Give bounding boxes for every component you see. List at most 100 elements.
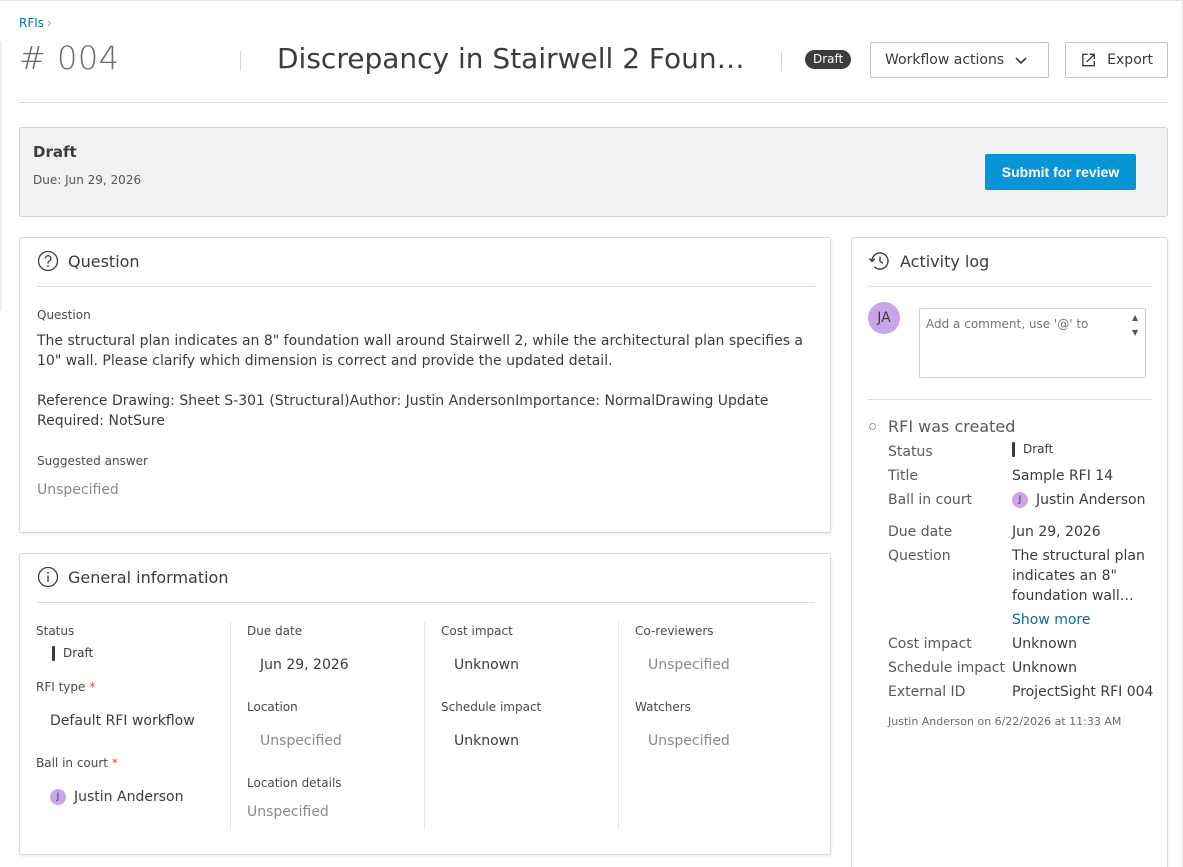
activity-due-value: Jun 29, 2026 [1012, 524, 1101, 540]
question-card-header: Question [37, 250, 140, 272]
general-card-title: General information [68, 567, 229, 587]
activity-log-title: Activity log [900, 251, 990, 271]
export-label: Export [1107, 52, 1153, 68]
activity-schedule-key: Schedule impact [888, 660, 1005, 676]
activity-external-id-value: ProjectSight RFI 004 [1012, 684, 1154, 700]
location-value[interactable]: Unspecified [260, 733, 342, 749]
workflow-actions-label: Workflow actions [885, 52, 1005, 68]
card-divider [868, 286, 1152, 287]
activity-log-header: Activity log [868, 250, 989, 272]
rfi-type-label-text: RFI type [36, 680, 86, 694]
comment-input[interactable] [919, 308, 1146, 378]
activity-ball-key: Ball in court [888, 492, 973, 508]
activity-cost-value: Unknown [1012, 636, 1077, 652]
co-reviewers-value[interactable]: Unspecified [648, 657, 730, 673]
schedule-impact-label: Schedule impact [441, 700, 542, 714]
activity-status-text: Draft [1023, 442, 1054, 456]
chevron-right-icon: › [47, 16, 52, 30]
status-text: Draft [63, 646, 94, 660]
banner-due-date: Due: Jun 29, 2026 [33, 173, 142, 187]
scroll-down-icon[interactable]: ▼ [1132, 325, 1138, 340]
column-divider [618, 622, 619, 830]
timeline-dot [869, 423, 876, 430]
card-divider [37, 286, 815, 287]
ball-in-court-name: Justin Anderson [74, 789, 184, 805]
activity-question-line: foundation wall… [1012, 588, 1134, 604]
question-label: Question [37, 308, 91, 322]
status-value: Draft [52, 646, 93, 661]
show-more-link[interactable]: Show more [1012, 612, 1091, 628]
activity-due-key: Due date [888, 524, 953, 540]
activity-event-title: RFI was created [888, 417, 1016, 436]
question-icon [37, 250, 59, 272]
export-icon [1082, 53, 1095, 67]
cost-impact-label: Cost impact [441, 624, 513, 638]
header-divider [240, 51, 241, 71]
breadcrumb: RFIs › [19, 16, 52, 30]
question-card: Question Question The structural plan in… [19, 237, 831, 533]
header-divider-line [19, 102, 1168, 103]
location-details-label: Location details [247, 776, 342, 790]
status-label: Status [36, 624, 75, 638]
banner-title: Draft [33, 143, 77, 161]
activity-schedule-value: Unknown [1012, 660, 1077, 676]
status-banner: Draft Due: Jun 29, 2026 Submit for revie… [19, 127, 1168, 217]
co-reviewers-label: Co-reviewers [635, 624, 714, 638]
card-divider [37, 602, 815, 603]
rfi-detail-page: RFIs › # 004 Discrepancy in Stairwell 2 … [0, 0, 1183, 867]
export-button[interactable]: Export [1065, 42, 1168, 78]
reference-text-line: Required: NotSure [37, 413, 165, 429]
breadcrumb-rfis-link[interactable]: RFIs [19, 16, 44, 30]
question-text-line: 10" wall. Please clarify which dimension… [37, 353, 613, 369]
column-divider [230, 622, 231, 830]
info-icon [37, 566, 59, 588]
activity-status-key: Status [888, 444, 933, 460]
suggested-answer-value[interactable]: Unspecified [37, 482, 119, 498]
required-mark: * [111, 756, 118, 770]
rfi-number: # 004 [19, 39, 120, 77]
header-divider [781, 51, 782, 71]
status-indicator [52, 646, 55, 661]
activity-status-value: Draft [1012, 442, 1053, 457]
activity-question-line: indicates an 8" [1012, 568, 1117, 584]
cost-impact-value[interactable]: Unknown [454, 657, 519, 673]
scroll-up-icon[interactable]: ▲ [1132, 310, 1138, 325]
activity-question-key: Question [888, 548, 951, 564]
question-text-line: The structural plan indicates an 8" foun… [37, 333, 804, 349]
location-label: Location [247, 700, 298, 714]
workflow-actions-button[interactable]: Workflow actions [870, 42, 1049, 78]
rfi-type-value[interactable]: Default RFI workflow [50, 713, 195, 729]
activity-log-card: Activity log JA ▲ ▼ RFI was created Stat… [851, 237, 1168, 867]
history-icon [868, 252, 889, 270]
chevron-down-icon [1015, 57, 1027, 65]
watchers-value[interactable]: Unspecified [648, 733, 730, 749]
comment-scrollbar[interactable]: ▲ ▼ [1132, 310, 1138, 340]
general-card-header: General information [37, 566, 228, 588]
activity-question-line: The structural plan [1012, 548, 1145, 564]
status-badge: Draft [805, 50, 852, 69]
reference-text-line: Reference Drawing: Sheet S-301 (Structur… [37, 393, 769, 409]
submit-for-review-button[interactable]: Submit for review [985, 154, 1136, 190]
rfi-title: Discrepancy in Stairwell 2 Foun… [277, 42, 745, 75]
activity-ball-name: Justin Anderson [1036, 492, 1146, 508]
activity-title-value: Sample RFI 14 [1012, 468, 1114, 484]
avatar: J [1012, 492, 1028, 508]
left-edge [0, 41, 2, 311]
avatar: J [50, 789, 66, 805]
location-details-value[interactable]: Unspecified [247, 804, 329, 820]
general-information-card: General information Status Draft RFI typ… [19, 553, 831, 855]
activity-ball-value: J Justin Anderson [1012, 492, 1145, 508]
status-indicator [1012, 442, 1015, 457]
card-divider [868, 399, 1152, 400]
column-divider [424, 622, 425, 830]
schedule-impact-value[interactable]: Unknown [454, 733, 519, 749]
suggested-answer-label: Suggested answer [37, 454, 148, 468]
ball-in-court-value[interactable]: J Justin Anderson [50, 789, 183, 805]
ball-in-court-label: Ball in court * [36, 756, 118, 770]
activity-title-key: Title [888, 468, 919, 484]
due-date-value[interactable]: Jun 29, 2026 [260, 657, 349, 673]
avatar: JA [868, 302, 900, 334]
required-mark: * [89, 680, 96, 694]
rfi-type-label: RFI type * [36, 680, 95, 694]
activity-cost-key: Cost impact [888, 636, 972, 652]
